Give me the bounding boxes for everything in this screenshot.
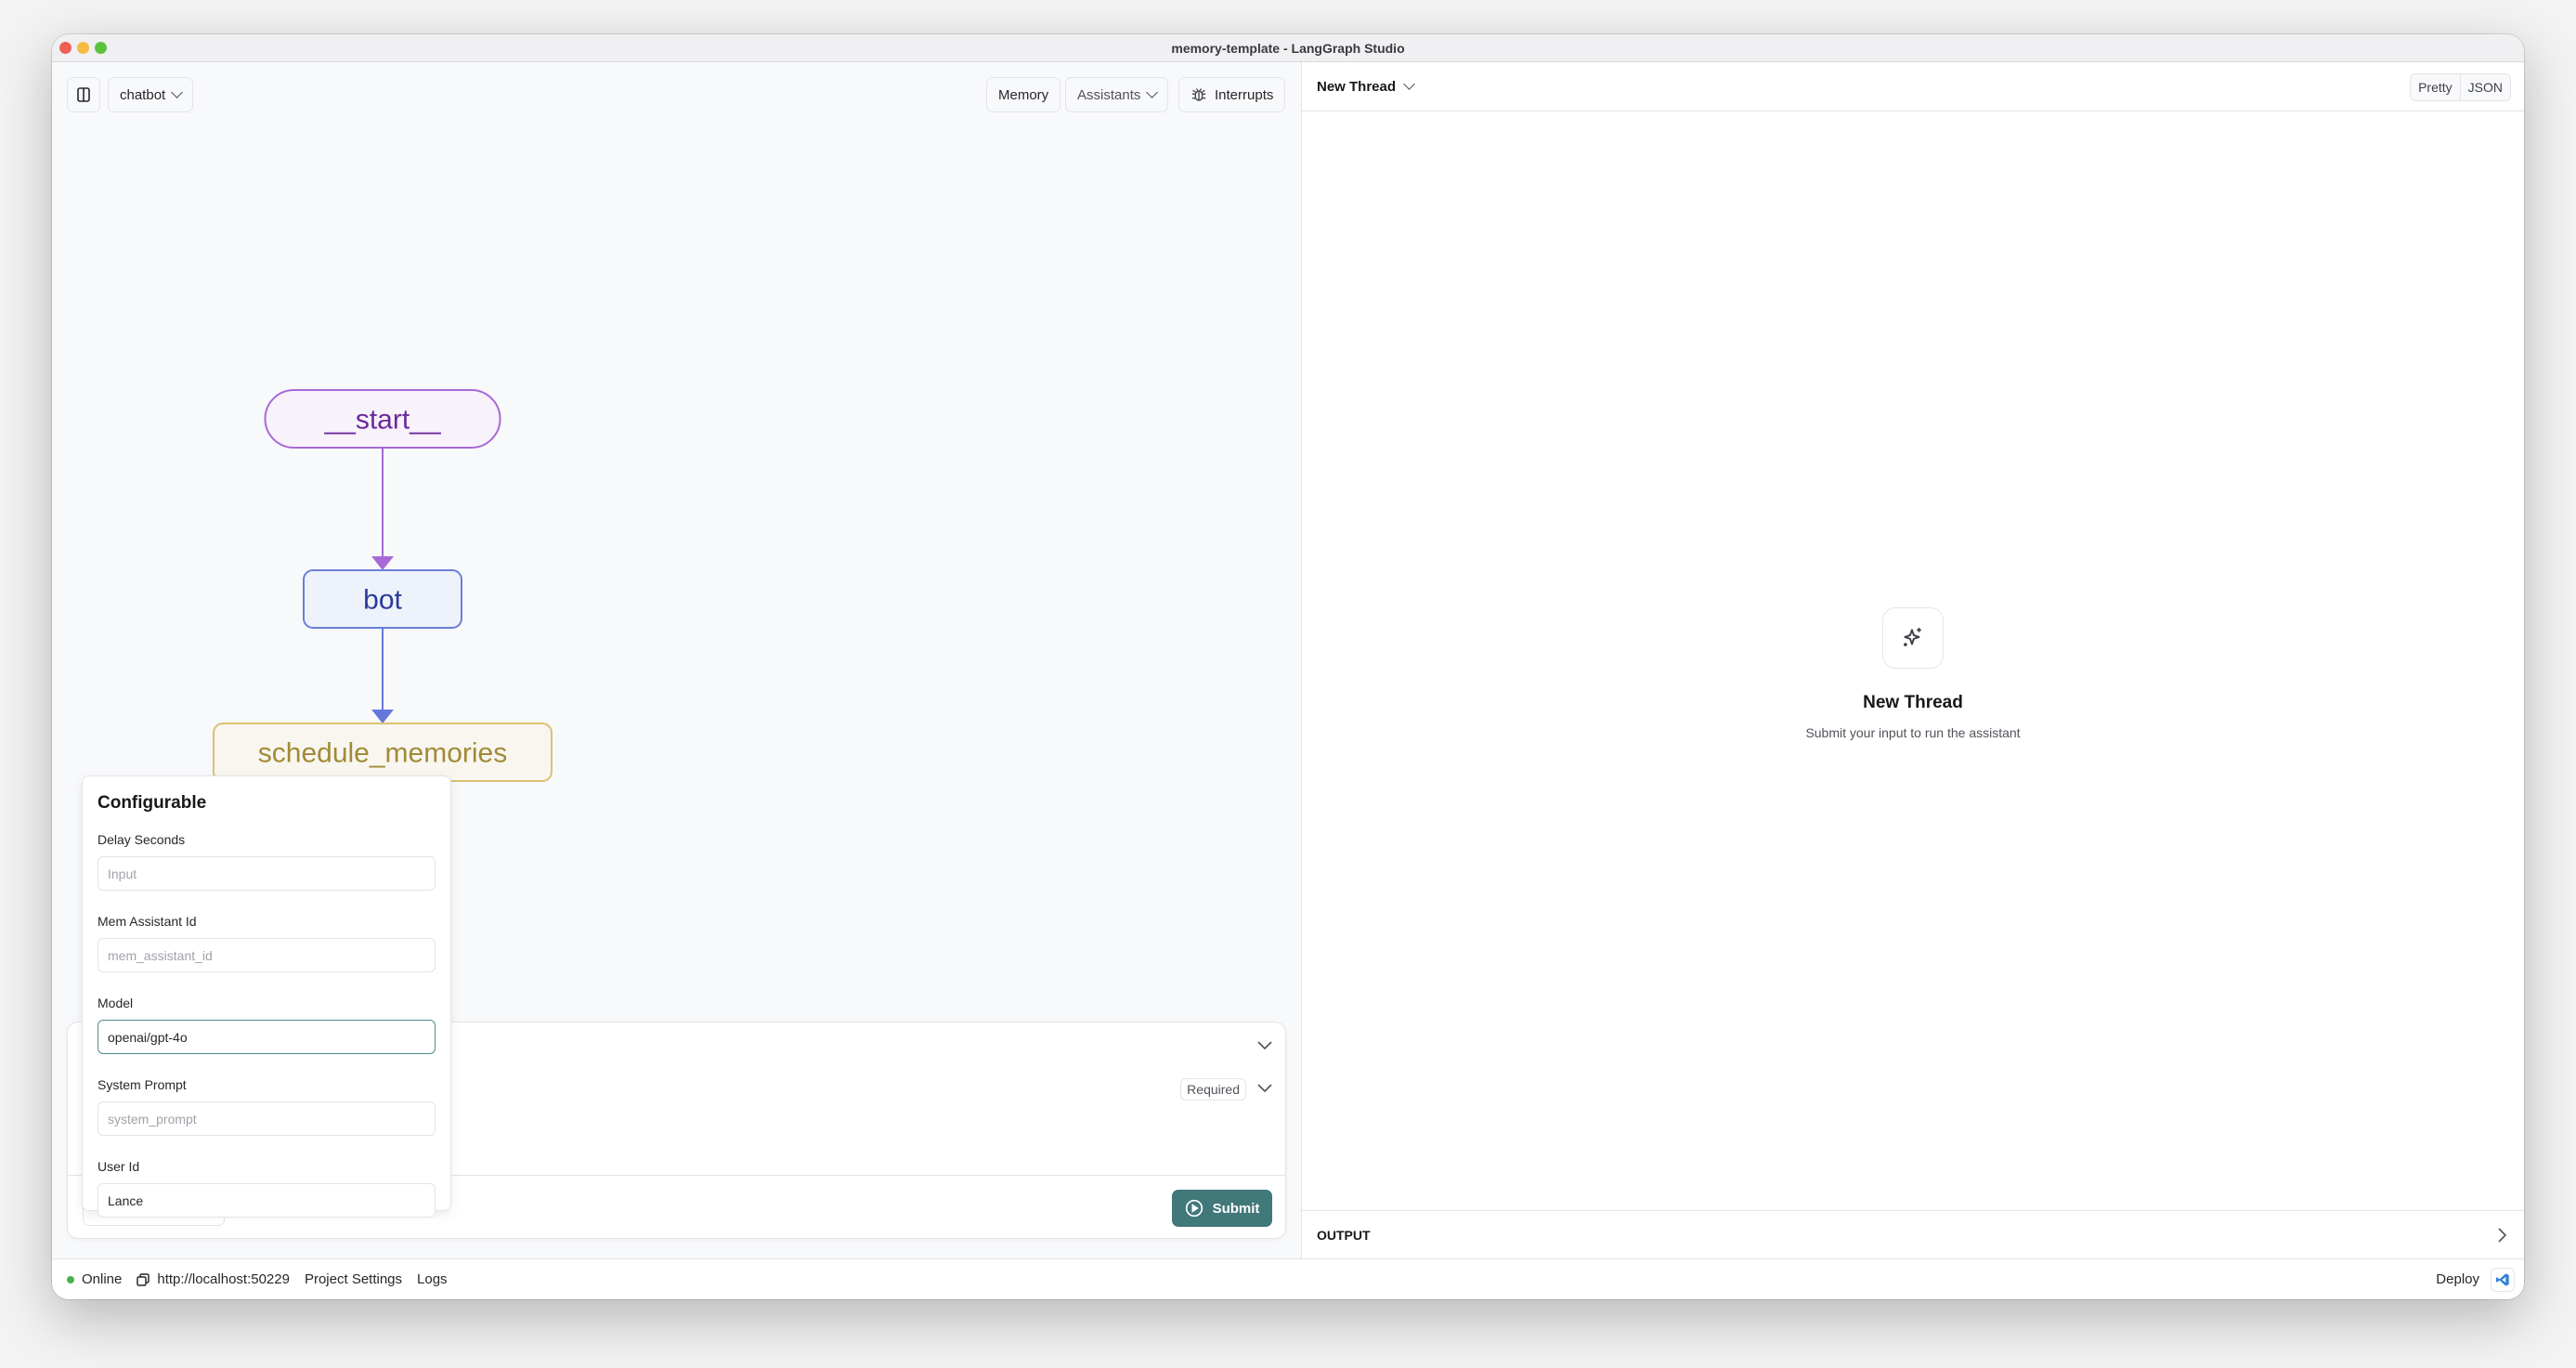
graph-node-bot[interactable]: bot [303,569,462,629]
vscode-icon [2496,1272,2509,1286]
thread-header: New Thread Pretty JSON [1302,62,2524,111]
config-field-model: Model [98,996,436,1077]
status-bar: Online http://localhost:50229 Project Se… [52,1258,2524,1299]
empty-state-subtitle: Submit your input to run the assistant [1805,725,2021,740]
view-mode-toggle: Pretty JSON [2410,73,2511,101]
interrupts-label: Interrupts [1215,86,1274,103]
popover-title: Configurable [98,793,207,813]
app-window: memory-template - LangGraph Studio __sta… [52,34,2524,1299]
node-label: __start__ [323,405,441,436]
minimize-window-button[interactable] [77,42,89,54]
graph-node-schedule-memories[interactable]: schedule_memories [213,723,553,782]
node-label: schedule_memories [258,738,507,769]
model-input[interactable] [98,1020,436,1054]
title-bar: memory-template - LangGraph Studio [52,34,2524,62]
graph-select[interactable]: chatbot [108,77,194,112]
sparkles-icon [1904,628,1921,646]
config-field-user-id: User Id [98,1159,436,1218]
logs-link[interactable]: Logs [417,1271,448,1287]
interrupts-button[interactable]: Interrupts [1178,77,1286,112]
assistants-label: Assistants [1077,86,1141,103]
field-label: User Id [98,1159,140,1174]
configurable-popover: Configurable Delay Seconds Mem Assistant… [82,775,451,1218]
close-window-button[interactable] [59,42,72,54]
node-label: bot [363,585,402,616]
user-id-input[interactable] [98,1183,436,1218]
submit-label: Submit [1212,1200,1260,1217]
connection-status: Online [67,1271,122,1287]
thread-selector[interactable]: New Thread [1317,78,1415,95]
chevron-down-icon [1146,86,1159,98]
chevron-down-icon [1403,78,1415,90]
play-circle-icon [1185,1199,1203,1218]
memory-label: Memory [998,86,1049,103]
graph-panel: __start__bot schedule_memories chatbot Me… [52,62,1302,1258]
chevron-right-icon [2498,1227,2507,1243]
deploy-link[interactable]: Deploy [2436,1271,2479,1287]
project-settings-link[interactable]: Project Settings [305,1271,402,1287]
config-field-delay-seconds: Delay Seconds [98,832,436,914]
required-badge: Required [1180,1078,1246,1101]
sidebar-icon [77,87,90,102]
config-field-mem-assistant-id: Mem Assistant Id [98,914,436,996]
field-label: System Prompt [98,1077,187,1092]
empty-state-icon-box [1882,607,1944,669]
submit-button[interactable]: Submit [1172,1190,1272,1227]
server-url-text: http://localhost:50229 [157,1271,290,1287]
field-label: Delay Seconds [98,832,186,847]
bug-icon [1191,88,1206,101]
edge-arrowhead [371,556,394,570]
online-status-dot [67,1275,74,1283]
field-label: Model [98,996,134,1010]
delay-seconds-input[interactable] [98,856,436,891]
field-expand-chevron-icon[interactable] [1257,1084,1272,1093]
window-title: memory-template - LangGraph Studio [1171,40,1405,56]
output-label: OUTPUT [1317,1227,1371,1243]
toggle-sidebar-button[interactable] [67,77,100,112]
server-url[interactable]: http://localhost:50229 [137,1271,290,1287]
output-section[interactable]: OUTPUT [1302,1210,2524,1258]
empty-state: New Thread Submit your input to run the … [1302,607,2524,740]
mem-assistant-id-input[interactable] [98,938,436,972]
thread-selector-label: New Thread [1317,78,1397,95]
vscode-button[interactable] [2491,1267,2515,1292]
view-mode-pretty[interactable]: Pretty [2411,74,2460,100]
view-mode-json[interactable]: JSON [2459,74,2510,100]
config-field-system-prompt: System Prompt [98,1077,436,1159]
copy-icon [137,1272,150,1286]
system-prompt-input[interactable] [98,1101,436,1136]
empty-state-title: New Thread [1863,693,1963,712]
field-label: Mem Assistant Id [98,914,197,929]
status-text: Online [82,1271,123,1287]
chevron-down-icon [171,86,184,98]
assistants-dropdown[interactable]: Assistants [1065,77,1169,112]
thread-panel: New Thread Pretty JSON New Thread Submit… [1302,62,2524,1258]
zoom-window-button[interactable] [95,42,107,54]
collapse-chevron-icon[interactable] [1257,1041,1272,1050]
window-controls [59,42,107,54]
graph-select-value: chatbot [120,86,166,103]
graph-node-start[interactable]: __start__ [264,389,501,449]
memory-button[interactable]: Memory [986,77,1061,112]
edge-arrowhead [371,710,394,723]
